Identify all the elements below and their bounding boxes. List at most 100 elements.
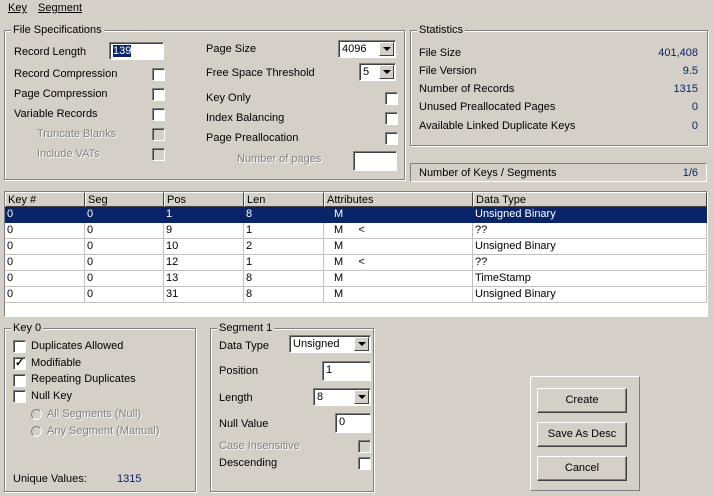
column-header-data-type[interactable]: Data Type	[473, 192, 707, 207]
cell-len: 2	[244, 239, 324, 255]
cell-key: 0	[5, 223, 85, 239]
stat-file-size-label: File Size	[419, 47, 462, 59]
cell-key: 0	[5, 255, 85, 271]
page-compression-checkbox[interactable]	[152, 88, 165, 101]
unique-values-label: Unique Values:	[13, 473, 87, 485]
table-row[interactable]: 0 0 13 8 M TimeStamp	[5, 271, 707, 287]
table-header: Key # Seg Pos Len Attributes Data Type	[5, 192, 707, 207]
case-insensitive-label: Case Insensitive	[219, 440, 300, 452]
cell-len: 8	[244, 271, 324, 287]
free-space-dropdown-arrow[interactable]	[379, 65, 394, 79]
column-header-len[interactable]: Len	[244, 192, 324, 207]
table-row[interactable]: 0 0 10 2 M Unsigned Binary	[5, 239, 707, 255]
table-row[interactable]: 0 0 1 8 M Unsigned Binary	[5, 207, 707, 223]
cell-pos: 31	[164, 287, 244, 303]
cell-seg: 0	[85, 239, 164, 255]
cell-seg: 0	[85, 271, 164, 287]
page-size-label: Page Size	[206, 43, 257, 55]
cell-data-type: ??	[473, 223, 707, 239]
variable-records-checkbox[interactable]	[152, 108, 165, 121]
modifiable-checkbox[interactable]: ✓	[13, 357, 26, 370]
keys-segments-value: 1/6	[682, 167, 698, 179]
stat-linked-duplicate-value: 0	[691, 120, 698, 132]
unique-values-value: 1315	[117, 473, 142, 485]
number-of-pages-label: Number of pages	[237, 153, 322, 165]
stat-unused-preallocated-label: Unused Preallocated Pages	[419, 101, 556, 113]
key-only-checkbox[interactable]	[385, 92, 398, 105]
length-label: Length	[219, 392, 253, 404]
number-of-pages-input[interactable]	[353, 151, 397, 171]
file-specifications-title: File Specifications	[11, 24, 104, 36]
truncate-blanks-checkbox	[152, 128, 165, 141]
record-compression-checkbox[interactable]	[152, 68, 165, 81]
statistics-title: Statistics	[417, 24, 466, 36]
free-space-threshold-select[interactable]: 5	[359, 63, 396, 81]
position-input[interactable]: 1	[322, 361, 371, 381]
column-header-attributes[interactable]: Attributes	[324, 192, 473, 207]
stat-linked-duplicate-label: Available Linked Duplicate Keys	[419, 120, 576, 132]
position-label: Position	[219, 365, 259, 377]
segment-group-title: Segment 1	[217, 322, 275, 334]
menu-key[interactable]: Key	[8, 2, 27, 14]
menu-segment[interactable]: Segment	[38, 2, 82, 14]
data-type-dropdown-arrow[interactable]	[354, 337, 369, 351]
length-dropdown-arrow[interactable]	[354, 390, 369, 404]
column-header-key[interactable]: Key #	[5, 192, 85, 207]
descending-label: Descending	[219, 457, 278, 469]
page-compression-label: Page Compression	[14, 88, 108, 100]
variable-records-label: Variable Records	[14, 108, 98, 120]
modifiable-label: Modifiable	[31, 357, 82, 369]
cell-seg: 0	[85, 287, 164, 303]
cell-key: 0	[5, 271, 85, 287]
column-header-seg[interactable]: Seg	[85, 192, 164, 207]
descending-checkbox[interactable]	[358, 457, 371, 470]
cell-data-type: TimeStamp	[473, 271, 707, 287]
table-row[interactable]: 0 0 9 1 M < ??	[5, 223, 707, 239]
cell-key: 0	[5, 207, 85, 223]
cell-attributes: M <	[324, 223, 473, 239]
cell-seg: 0	[85, 207, 164, 223]
page-preallocation-checkbox[interactable]	[385, 132, 398, 145]
record-length-input[interactable]: 139	[109, 42, 164, 60]
cell-attributes: M	[324, 287, 473, 303]
create-button[interactable]: Create	[537, 388, 627, 413]
page-size-select[interactable]: 4096	[338, 40, 396, 58]
truncate-blanks-label: Truncate Blanks	[37, 128, 117, 140]
repeating-duplicates-checkbox[interactable]	[13, 374, 26, 387]
free-space-threshold-value: 5	[363, 66, 370, 78]
column-header-pos[interactable]: Pos	[164, 192, 244, 207]
null-key-checkbox[interactable]	[13, 390, 26, 403]
null-key-label: Null Key	[31, 390, 72, 402]
cell-attributes: M	[324, 239, 473, 255]
segments-table[interactable]: Key # Seg Pos Len Attributes Data Type 0…	[4, 191, 708, 317]
table-row[interactable]: 0 0 12 1 M < ??	[5, 255, 707, 271]
null-value-label: Null Value	[219, 418, 269, 430]
repeating-duplicates-label: Repeating Duplicates	[31, 373, 136, 385]
cell-len: 8	[244, 207, 324, 223]
free-space-threshold-label: Free Space Threshold	[206, 67, 315, 79]
table-row[interactable]: 0 0 31 8 M Unsigned Binary	[5, 287, 707, 303]
null-value-value: 0	[339, 416, 346, 428]
length-select[interactable]: 8	[313, 388, 371, 406]
case-insensitive-checkbox	[358, 440, 371, 453]
cell-attributes: M	[324, 207, 473, 223]
null-value-input[interactable]: 0	[335, 413, 371, 433]
record-length-label: Record Length	[14, 46, 87, 58]
save-as-desc-button[interactable]: Save As Desc	[537, 422, 627, 447]
index-balancing-label: Index Balancing	[206, 112, 285, 124]
menu-bar: Key Segment	[0, 0, 713, 17]
cell-len: 1	[244, 255, 324, 271]
length-value: 8	[317, 391, 324, 403]
cell-data-type: Unsigned Binary	[473, 207, 707, 223]
stat-number-of-records-label: Number of Records	[419, 83, 515, 95]
cell-len: 1	[244, 223, 324, 239]
duplicates-allowed-checkbox[interactable]	[13, 340, 26, 353]
cell-seg: 0	[85, 223, 164, 239]
page-size-dropdown-arrow[interactable]	[379, 42, 394, 56]
cell-pos: 9	[164, 223, 244, 239]
index-balancing-checkbox[interactable]	[385, 112, 398, 125]
data-type-select[interactable]: Unsigned	[289, 335, 371, 353]
duplicates-allowed-label: Duplicates Allowed	[31, 340, 124, 352]
cancel-button[interactable]: Cancel	[537, 456, 627, 481]
cell-len: 8	[244, 287, 324, 303]
